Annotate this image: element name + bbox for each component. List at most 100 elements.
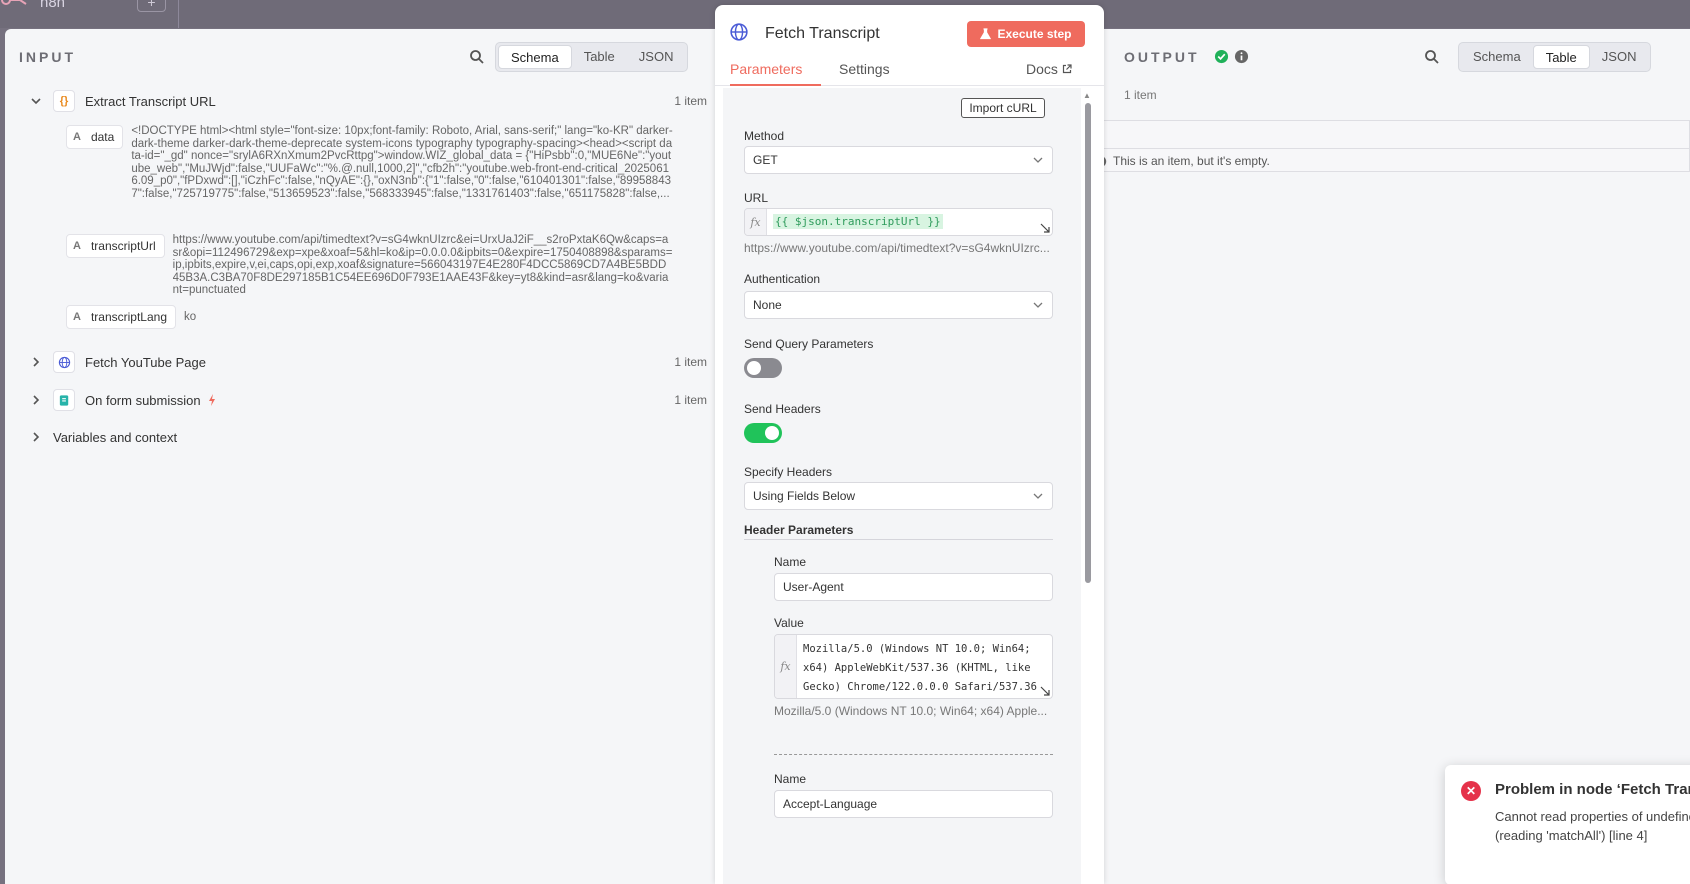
header-value-label: Value	[774, 616, 804, 630]
globe-icon	[730, 23, 748, 41]
variables-label: Variables and context	[53, 429, 178, 445]
header-value-preview: Mozilla/5.0 (Windows NT 10.0; Win64; x64…	[774, 704, 1048, 718]
trigger-bolt-icon	[208, 394, 215, 406]
n8n-logo-icon	[1, 0, 27, 5]
chevron-right-icon[interactable]	[29, 393, 43, 407]
variables-context[interactable]: Variables and context	[5, 422, 715, 452]
braces-icon: {}	[53, 90, 75, 112]
node-parameters-panel: Fetch Transcript Execute step Parameters…	[715, 5, 1104, 884]
search-icon[interactable]	[1424, 49, 1440, 65]
info-icon[interactable]	[1234, 49, 1249, 64]
header-value-text: Mozilla/5.0 (Windows NT 10.0; Win64; x64…	[803, 643, 1037, 693]
app-logo: n8n	[0, 0, 65, 13]
specify-headers-label: Specify Headers	[744, 465, 833, 479]
toggle-knob	[747, 361, 761, 375]
form-icon	[53, 389, 75, 411]
header-name-label: Name	[774, 555, 807, 569]
field-transcript-url: AtranscriptUrl https://www.youtube.com/a…	[66, 234, 675, 298]
external-link-icon	[1062, 64, 1072, 74]
expand-icon[interactable]	[1040, 686, 1050, 696]
expand-icon[interactable]	[1040, 223, 1050, 233]
input-view-schema[interactable]: Schema	[498, 45, 572, 69]
header-parameters-label: Header Parameters	[744, 523, 854, 537]
input-view-switch: Schema Table JSON	[495, 42, 689, 72]
flask-icon	[980, 28, 992, 40]
input-node-extract[interactable]: {} Extract Transcript URL 1 item	[5, 86, 715, 116]
url-label: URL	[744, 191, 769, 205]
send-headers-label: Send Headers	[744, 402, 821, 416]
chevron-right-icon[interactable]	[29, 355, 43, 369]
error-toast[interactable]: ✕ Problem in node ‘Fetch Transcript‘ Can…	[1445, 765, 1690, 884]
input-view-json[interactable]: JSON	[627, 45, 686, 69]
url-preview: https://www.youtube.com/api/timedtext?v=…	[744, 241, 1050, 255]
output-view-table[interactable]: Table	[1532, 45, 1590, 69]
field-key[interactable]: AtranscriptUrl	[66, 234, 165, 258]
string-type-icon: A	[73, 131, 81, 143]
tab-parameters[interactable]: Parameters	[730, 61, 802, 77]
specify-headers-select[interactable]: Using Fields Below	[744, 482, 1053, 510]
active-tab-indicator	[730, 84, 821, 86]
chevron-right-icon[interactable]	[29, 430, 43, 444]
table-row-divider	[1088, 148, 1690, 149]
success-check-icon	[1214, 49, 1229, 64]
divider	[178, 0, 179, 28]
field-value: ko	[184, 311, 197, 323]
chevron-down-icon	[1033, 493, 1043, 499]
string-type-icon: A	[73, 240, 81, 252]
toggle-knob	[765, 426, 779, 440]
expression-icon: fx	[745, 209, 767, 235]
node-count: 1 item	[674, 393, 707, 407]
docs-link[interactable]: Docs	[1026, 61, 1072, 77]
send-headers-toggle[interactable]	[744, 423, 782, 443]
send-query-toggle[interactable]	[744, 358, 782, 378]
input-node-form[interactable]: On form submission 1 item	[5, 385, 715, 415]
method-label: Method	[744, 129, 785, 143]
node-title[interactable]: Fetch Transcript	[765, 25, 880, 43]
output-title: OUTPUT	[1124, 49, 1200, 65]
auth-label: Authentication	[744, 272, 821, 286]
field-value: https://www.youtube.com/api/timedtext?v=…	[172, 234, 673, 296]
output-view-switch: Schema Table JSON	[1458, 42, 1652, 72]
app-name: n8n	[40, 0, 66, 11]
output-view-json[interactable]: JSON	[1590, 45, 1649, 69]
header-separator	[774, 754, 1053, 755]
field-transcript-lang: AtranscriptLang ko	[66, 305, 675, 329]
field-key[interactable]: AtranscriptLang	[66, 305, 176, 329]
execute-step-button[interactable]: Execute step	[967, 21, 1085, 47]
field-value: <!DOCTYPE html><html style="font-size: 1…	[131, 125, 673, 200]
section-divider	[744, 539, 1053, 540]
node-count: 1 item	[674, 355, 707, 369]
input-view-table[interactable]: Table	[572, 45, 627, 69]
chevron-down-icon[interactable]	[29, 94, 43, 108]
input-panel: INPUT Schema Table JSON {} Extract Trans…	[5, 29, 715, 884]
send-query-label: Send Query Parameters	[744, 337, 874, 351]
expression-icon: fx	[775, 635, 797, 698]
url-input[interactable]: fx {{ $json.transcriptUrl }}	[744, 208, 1053, 236]
import-curl-button[interactable]: Import cURL	[961, 98, 1045, 118]
scrollbar[interactable]	[1085, 103, 1091, 583]
output-view-schema[interactable]: Schema	[1461, 45, 1533, 69]
method-select[interactable]: GET	[744, 146, 1053, 174]
node-label: On form submission	[85, 392, 201, 408]
field-key[interactable]: Adata	[66, 125, 124, 149]
string-type-icon: A	[73, 311, 81, 323]
tab-settings[interactable]: Settings	[839, 61, 890, 77]
header-value-input[interactable]: fx Mozilla/5.0 (Windows NT 10.0; Win64; …	[774, 634, 1053, 699]
header-name-input[interactable]: Accept-Language	[774, 790, 1053, 818]
header-name-label: Name	[774, 772, 807, 786]
scroll-up-arrow[interactable]: ▲	[1083, 91, 1091, 100]
globe-icon	[53, 351, 75, 373]
input-title: INPUT	[19, 49, 76, 65]
add-button[interactable]: +	[137, 0, 166, 12]
toast-message: Cannot read properties of undefined (rea…	[1495, 809, 1690, 843]
node-label: Extract Transcript URL	[85, 93, 216, 109]
empty-item-message: This is an item, but it's empty.	[1094, 154, 1270, 168]
authentication-select[interactable]: None	[744, 291, 1053, 319]
output-count: 1 item	[1124, 88, 1157, 102]
search-icon[interactable]	[469, 49, 485, 65]
node-count: 1 item	[674, 94, 707, 108]
node-label: Fetch YouTube Page	[85, 354, 206, 370]
field-data: Adata <!DOCTYPE html><html style="font-s…	[66, 125, 675, 228]
input-node-fetch-youtube[interactable]: Fetch YouTube Page 1 item	[5, 347, 715, 377]
header-name-input[interactable]: User-Agent	[774, 573, 1053, 601]
